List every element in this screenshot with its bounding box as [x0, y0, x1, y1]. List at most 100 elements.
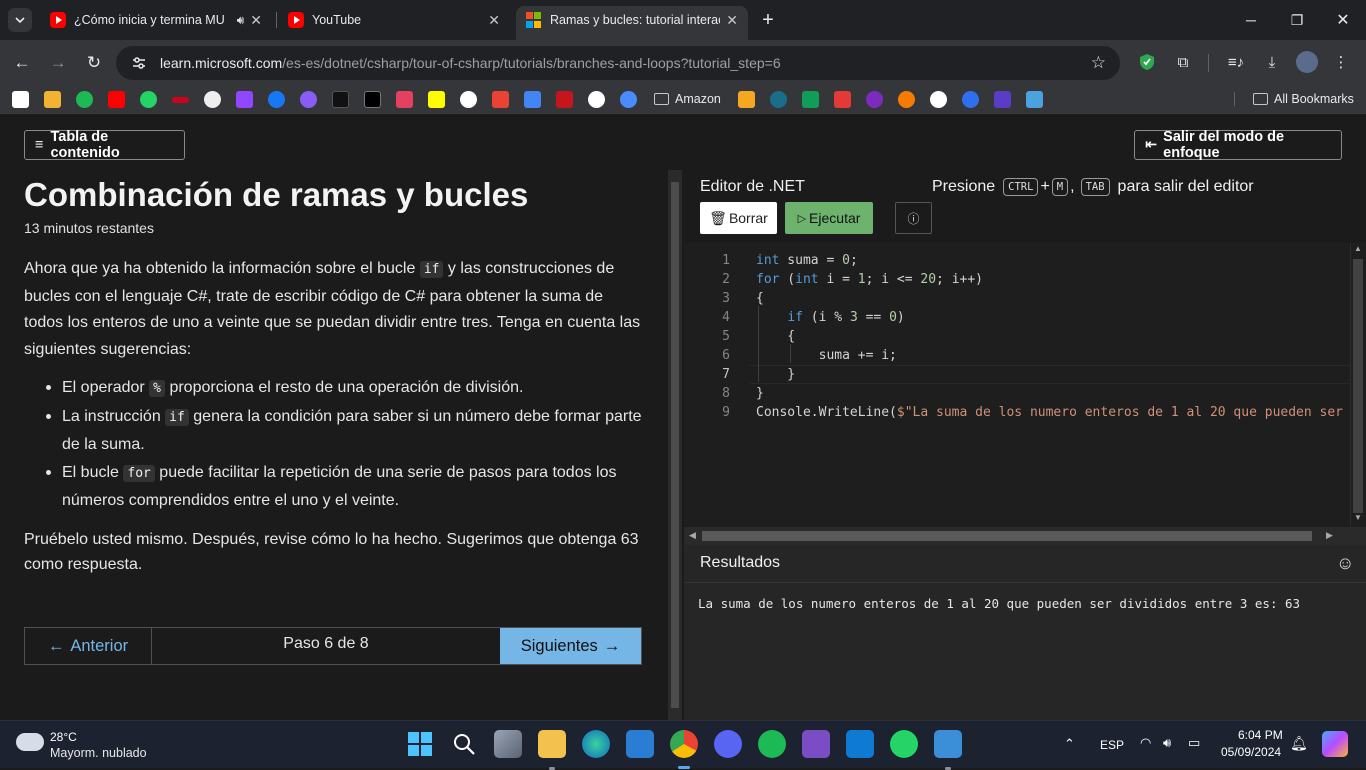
- volume-icon[interactable]: 🔊︎: [1163, 735, 1171, 751]
- battery-icon[interactable]: ▭: [1188, 735, 1200, 751]
- x-bookmark-icon[interactable]: [364, 91, 381, 108]
- photos-button[interactable]: [934, 730, 962, 770]
- close-window-button[interactable]: ✕: [1320, 0, 1366, 40]
- previous-step-link[interactable]: ← Anterior: [25, 628, 152, 664]
- close-tab-icon[interactable]: ✕: [250, 12, 262, 29]
- messenger-bookmark-icon[interactable]: [300, 91, 317, 108]
- gmail-bookmark-icon[interactable]: [492, 91, 509, 108]
- site-info-icon[interactable]: [130, 54, 148, 72]
- language-indicator[interactable]: ESP: [1100, 738, 1124, 752]
- table-of-contents-button[interactable]: ≡ Tabla de contenido: [24, 129, 185, 161]
- scroll-right-icon[interactable]: ▶: [1326, 530, 1333, 541]
- copilot-button[interactable]: [1322, 731, 1348, 757]
- forward-button[interactable]: →: [46, 51, 70, 75]
- new-tab-button[interactable]: +: [756, 0, 780, 40]
- audio-icon[interactable]: 🔊︎: [237, 13, 245, 28]
- close-tab-icon[interactable]: ✕: [488, 12, 500, 29]
- gemini-bookmark-icon[interactable]: [620, 91, 637, 108]
- task-view-button[interactable]: [494, 730, 522, 758]
- info-button[interactable]: ⓘ: [895, 202, 932, 234]
- run-button[interactable]: ▷ Ejecutar: [785, 202, 873, 234]
- tab-ramas-y-bucles[interactable]: Ramas y bucles: tutorial interac ✕: [516, 6, 748, 40]
- facebook-bookmark-icon[interactable]: [268, 91, 285, 108]
- drive-bookmark-icon[interactable]: [802, 91, 819, 108]
- code-vertical-scrollbar[interactable]: ▲ ▼: [1350, 243, 1366, 527]
- tiktok-bookmark-icon[interactable]: [332, 91, 349, 108]
- code-editor[interactable]: 1 int suma = 0; 2 for (int i = 1; i <= 20;…: [684, 243, 1350, 527]
- file-explorer-button[interactable]: [538, 730, 566, 770]
- wifi-icon[interactable]: ◠: [1140, 735, 1151, 751]
- feedback-smiley-icon[interactable]: ☺: [1336, 553, 1354, 574]
- address-bar[interactable]: learn.microsoft.com/es-es/dotnet/csharp/…: [116, 46, 1120, 80]
- discord-button[interactable]: [714, 730, 742, 758]
- tab-search-button[interactable]: [8, 8, 32, 32]
- reload-icon: ↻: [86, 53, 102, 72]
- search-taskbar-button[interactable]: [450, 730, 478, 758]
- back-button[interactable]: ←: [10, 51, 34, 75]
- scroll-down-icon[interactable]: ▼: [1354, 513, 1362, 522]
- translate-bookmark-icon[interactable]: [524, 91, 541, 108]
- bookmark-icon[interactable]: [44, 91, 61, 108]
- scrollbar-thumb[interactable]: [702, 531, 1312, 541]
- spotify-bookmark-icon[interactable]: [76, 91, 93, 108]
- next-step-button[interactable]: Siguientes →: [500, 628, 641, 664]
- bookmark-icon[interactable]: [866, 91, 883, 108]
- instagram-bookmark-icon[interactable]: [396, 91, 413, 108]
- playstation-bookmark-icon[interactable]: [12, 91, 29, 108]
- weather-widget[interactable]: 28°C Mayorm. nublado: [14, 729, 154, 761]
- inline-code: for: [123, 464, 155, 482]
- snapchat-bookmark-icon[interactable]: [428, 91, 445, 108]
- google-bookmark-icon[interactable]: [460, 91, 477, 108]
- bookmark-icon[interactable]: [834, 91, 851, 108]
- clock-date[interactable]: 05/09/2024: [1221, 745, 1281, 759]
- bookmark-icon[interactable]: [738, 91, 755, 108]
- bookmark-star-icon[interactable]: ☆: [1091, 53, 1106, 73]
- start-button[interactable]: [406, 730, 434, 758]
- twitch-bookmark-icon[interactable]: [236, 91, 253, 108]
- download-icon[interactable]: ⤓: [1261, 51, 1283, 73]
- clock-time[interactable]: 6:04 PM: [1238, 728, 1283, 742]
- edge-button[interactable]: [582, 730, 610, 758]
- scroll-up-icon[interactable]: ▲: [1354, 244, 1362, 253]
- whatsapp-button[interactable]: [890, 730, 918, 758]
- adblock-shield-icon[interactable]: [1136, 51, 1158, 73]
- code-horizontal-scrollbar[interactable]: ◀ ▶: [684, 527, 1366, 545]
- chatgpt-bookmark-icon[interactable]: [588, 91, 605, 108]
- chrome-button[interactable]: [670, 730, 698, 769]
- profile-avatar[interactable]: [1296, 51, 1318, 73]
- bookmark-icon[interactable]: [770, 91, 787, 108]
- scrollbar-thumb[interactable]: [1353, 259, 1363, 513]
- chevron-up-icon[interactable]: ⌃: [1064, 736, 1075, 752]
- bookmark-icon[interactable]: [556, 91, 573, 108]
- vscode-button[interactable]: [846, 730, 874, 758]
- tab-youtube[interactable]: YouTube ✕: [278, 6, 510, 34]
- minimize-button[interactable]: ─: [1228, 0, 1274, 40]
- visual-studio-button[interactable]: [802, 730, 830, 758]
- menu-kebab-icon[interactable]: ⋮: [1330, 51, 1352, 73]
- bookmark-icon[interactable]: [962, 91, 979, 108]
- all-bookmarks-button[interactable]: All Bookmarks: [1234, 92, 1354, 106]
- media-control-icon[interactable]: ≡♪: [1225, 51, 1247, 73]
- amazon-bookmark-folder[interactable]: Amazon: [654, 92, 721, 106]
- extensions-puzzle-icon[interactable]: ⧉: [1172, 51, 1194, 73]
- globe-bookmark-icon[interactable]: [204, 91, 221, 108]
- restore-button[interactable]: ❐: [1274, 0, 1320, 40]
- scrollbar-thumb[interactable]: [671, 182, 679, 708]
- calendar-bookmark-icon[interactable]: [1026, 91, 1043, 108]
- scroll-left-icon[interactable]: ◀: [689, 530, 696, 541]
- exit-focus-mode-button[interactable]: ⇤ Salir del modo de enfoque: [1134, 129, 1342, 161]
- clear-button[interactable]: 🗑︎ Borrar: [700, 202, 777, 234]
- github-bookmark-icon[interactable]: [930, 91, 947, 108]
- close-tab-icon[interactable]: ✕: [726, 12, 738, 29]
- youtube-bookmark-icon[interactable]: [108, 91, 125, 108]
- whatsapp-bookmark-icon[interactable]: [140, 91, 157, 108]
- bookmark-icon[interactable]: [898, 91, 915, 108]
- spotify-button[interactable]: [758, 730, 786, 758]
- notification-bell-icon[interactable]: 🔔︎: [1290, 735, 1308, 752]
- bookmark-icon[interactable]: [172, 97, 189, 103]
- store-button[interactable]: [626, 730, 654, 758]
- tab-youtube-video[interactable]: ¿Cómo inicia y termina MU 🔊︎ ✕: [40, 6, 272, 34]
- bookmark-icon[interactable]: [994, 91, 1011, 108]
- reload-button[interactable]: ↻: [82, 51, 106, 75]
- article-scrollbar[interactable]: [668, 170, 682, 720]
